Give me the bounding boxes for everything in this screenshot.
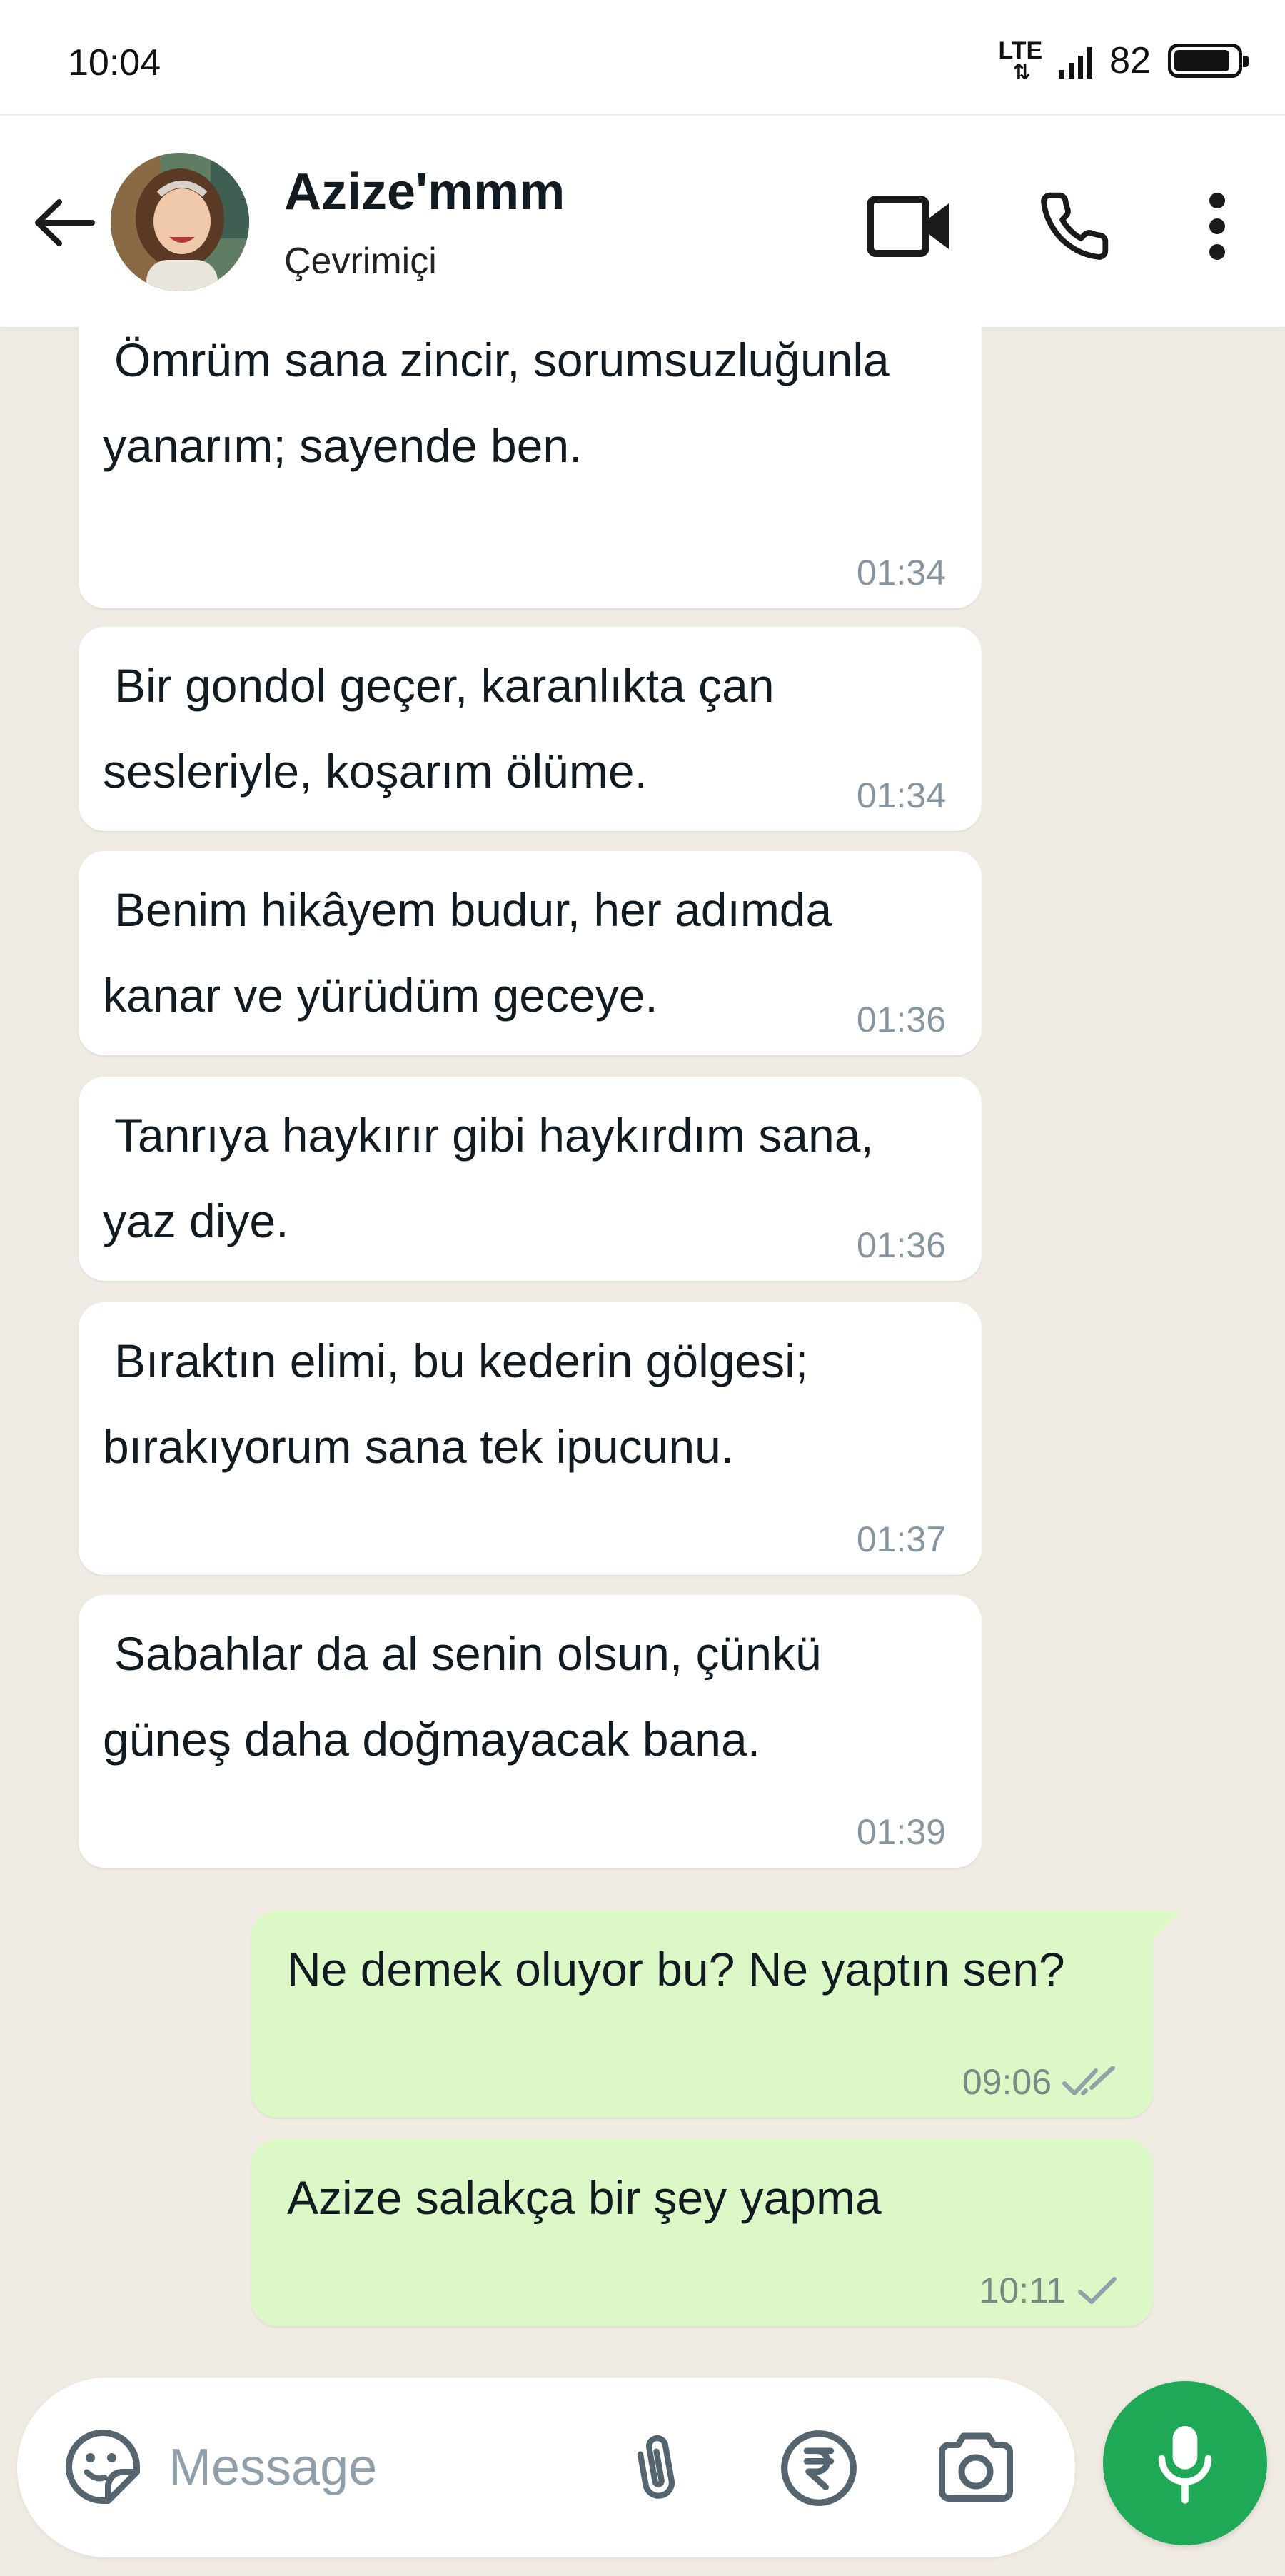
message-bubble-outgoing[interactable]: Azize salakça bir şey yapma 10:11 [251, 2139, 1153, 2326]
message-timestamp: 01:34 [856, 775, 946, 815]
message-text: Azize salakça bir şey yapma [287, 2171, 882, 2224]
message-timestamp: 01:34 [856, 553, 946, 593]
avatar-image [111, 153, 249, 291]
contact-status: Çevrimiçi [284, 241, 437, 282]
signal-icon [1059, 43, 1093, 79]
video-call-button[interactable] [864, 180, 957, 273]
message-bubble-incoming[interactable]: Sabahlar da al senin olsun, çünkü güneş … [79, 1595, 982, 1868]
voice-call-button[interactable] [1028, 180, 1121, 273]
status-time: 10:04 [68, 42, 161, 84]
message-composer [17, 2378, 1075, 2557]
arrow-left-icon [35, 199, 95, 246]
more-vertical-icon [1209, 193, 1225, 260]
message-bubble-outgoing[interactable]: Ne demek oluyor bu? Ne yaptın sen? 09:06 [251, 1911, 1181, 2118]
message-time: 01:34 [857, 774, 946, 817]
data-arrows-icon: ⇅ [1012, 61, 1031, 84]
message-input[interactable] [167, 2427, 598, 2507]
message-timestamp: 01:37 [856, 1519, 946, 1559]
message-timestamp: 01:36 [856, 1225, 946, 1265]
camera-icon [939, 2432, 1013, 2502]
bubble-tail [1149, 1911, 1181, 1943]
status-indicators: LTE ⇅ 82 [998, 29, 1249, 93]
message-time: 09:06 [962, 2061, 1119, 2103]
microphone-icon [1158, 2426, 1212, 2504]
message-timestamp: 01:36 [856, 1000, 946, 1040]
battery-percentage: 82 [1109, 40, 1151, 81]
back-button[interactable] [29, 187, 100, 258]
message-time: 01:36 [857, 998, 946, 1041]
voice-message-button[interactable] [1103, 2381, 1267, 2545]
contact-name[interactable]: Azize'mmm [284, 160, 565, 224]
lte-indicator: LTE ⇅ [998, 37, 1043, 84]
message-bubble-incoming[interactable]: Bir gondol geçer, karanlıkta çan sesleri… [79, 627, 982, 831]
rupee-icon [781, 2430, 857, 2506]
phone-icon [1041, 192, 1109, 260]
message-text: Benim hikâyem budur, her adımda kanar ve… [103, 883, 832, 1022]
lte-label: LTE [998, 37, 1043, 64]
double-check-icon [1062, 2066, 1115, 2095]
single-check-icon [1078, 2277, 1117, 2304]
message-time: 01:39 [857, 1811, 946, 1853]
chat-header: Azize'mmm Çevrimiçi [0, 114, 1285, 327]
sticker-button[interactable] [56, 2420, 149, 2513]
message-time: 10:11 [979, 2269, 1119, 2312]
message-text: Ne demek oluyor bu? Ne yaptın sen? [287, 1943, 1065, 1996]
message-time: 01:34 [857, 551, 946, 594]
message-timestamp: 10:11 [979, 2270, 1066, 2310]
status-bar: 10:04 LTE ⇅ 82 [0, 0, 1285, 114]
message-text: Sabahlar da al senin olsun, çünkü güneş … [103, 1627, 822, 1766]
message-text: Bir gondol geçer, karanlıkta çan sesleri… [103, 659, 775, 798]
sticker-icon [66, 2430, 140, 2504]
message-time: 01:37 [857, 1518, 946, 1561]
video-camera-icon [867, 196, 949, 257]
message-bubble-incoming[interactable]: Ömrüm sana zincir, sorumsuzluğunla yanar… [79, 323, 982, 608]
message-bubble-incoming[interactable]: Bıraktın elimi, bu kederin gölgesi; bıra… [79, 1302, 982, 1575]
message-bubble-incoming[interactable]: Benim hikâyem budur, her adımda kanar ve… [79, 851, 982, 1055]
message-timestamp: 09:06 [962, 2062, 1052, 2102]
more-options-button[interactable] [1171, 180, 1264, 273]
message-text: Bıraktın elimi, bu kederin gölgesi; bıra… [103, 1334, 809, 1473]
message-bubble-incoming[interactable]: Tanrıya haykırır gibi haykırdım sana, ya… [79, 1077, 982, 1281]
avatar[interactable] [111, 153, 249, 291]
payment-button[interactable] [772, 2422, 865, 2515]
paperclip-icon [637, 2435, 675, 2499]
message-timestamp: 01:39 [856, 1812, 946, 1852]
camera-button[interactable] [929, 2422, 1022, 2515]
attach-button[interactable] [610, 2422, 702, 2515]
message-text: Tanrıya haykırır gibi haykırdım sana, ya… [103, 1109, 874, 1247]
message-time: 01:36 [857, 1224, 946, 1267]
message-text: Ömrüm sana zincir, sorumsuzluğunla yanar… [103, 333, 890, 472]
battery-icon [1168, 44, 1249, 78]
